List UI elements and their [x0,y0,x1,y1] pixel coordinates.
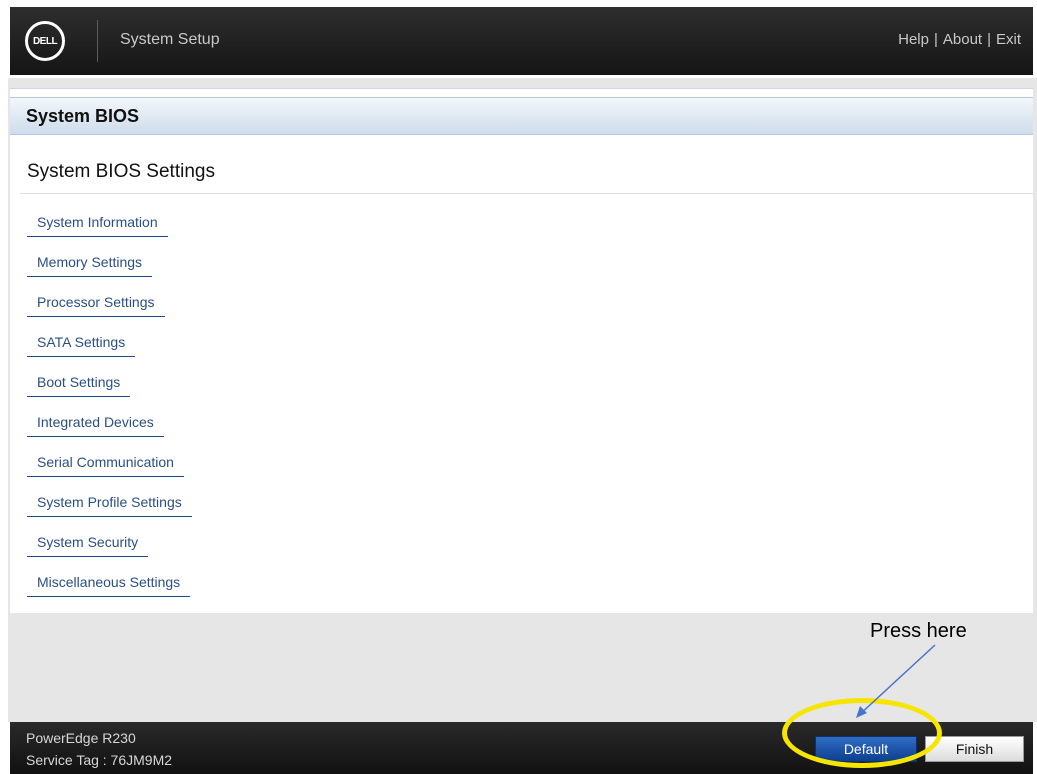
menu-item-miscellaneous-settings[interactable]: Miscellaneous Settings [27,573,191,597]
menu-item: Integrated Devices [27,413,192,453]
service-tag: Service Tag : 76JM9M2 [26,752,173,768]
menu-item-integrated-devices[interactable]: Integrated Devices [27,413,164,437]
section-title: System BIOS [26,106,140,126]
exit-link[interactable]: Exit [996,31,1021,48]
menu-item: System Security [27,533,192,573]
header-links: Help | About | Exit [898,31,1021,48]
menu-item-processor-settings[interactable]: Processor Settings [27,293,165,317]
title-divider [20,193,1033,194]
page-title: System BIOS Settings [27,161,215,182]
menu-item: Miscellaneous Settings [27,573,192,613]
section-header: System BIOS [10,97,1033,135]
menu-item: Processor Settings [27,293,192,333]
menu-item: Boot Settings [27,373,192,413]
menu-item: Serial Communication [27,453,192,493]
settings-menu: System Information Memory Settings Proce… [27,213,192,613]
top-bar: DELL System Setup Help | About | Exit [10,7,1033,75]
menu-item-system-information[interactable]: System Information [27,213,168,237]
dell-logo: DELL [25,21,65,61]
menu-item: System Information [27,213,192,253]
annotation-highlight-ellipse [782,698,942,768]
menu-item-sata-settings[interactable]: SATA Settings [27,333,136,357]
annotation-text: Press here [870,620,967,642]
menu-item: Memory Settings [27,253,192,293]
menu-item-boot-settings[interactable]: Boot Settings [27,373,131,397]
link-separator: | [933,31,938,48]
link-separator: | [987,31,991,48]
settings-panel: System BIOS System BIOS Settings System … [10,88,1033,613]
menu-item-serial-communication[interactable]: Serial Communication [27,453,184,477]
menu-item-system-profile-settings[interactable]: System Profile Settings [27,493,192,517]
model-name: PowerEdge R230 [26,730,136,746]
menu-item: System Profile Settings [27,493,192,533]
menu-item-system-security[interactable]: System Security [27,533,149,557]
menu-item-memory-settings[interactable]: Memory Settings [27,253,153,277]
app-title: System Setup [120,31,220,48]
header-divider [97,20,98,62]
menu-item: SATA Settings [27,333,192,373]
about-link[interactable]: About [943,31,982,48]
help-link[interactable]: Help [898,31,929,48]
